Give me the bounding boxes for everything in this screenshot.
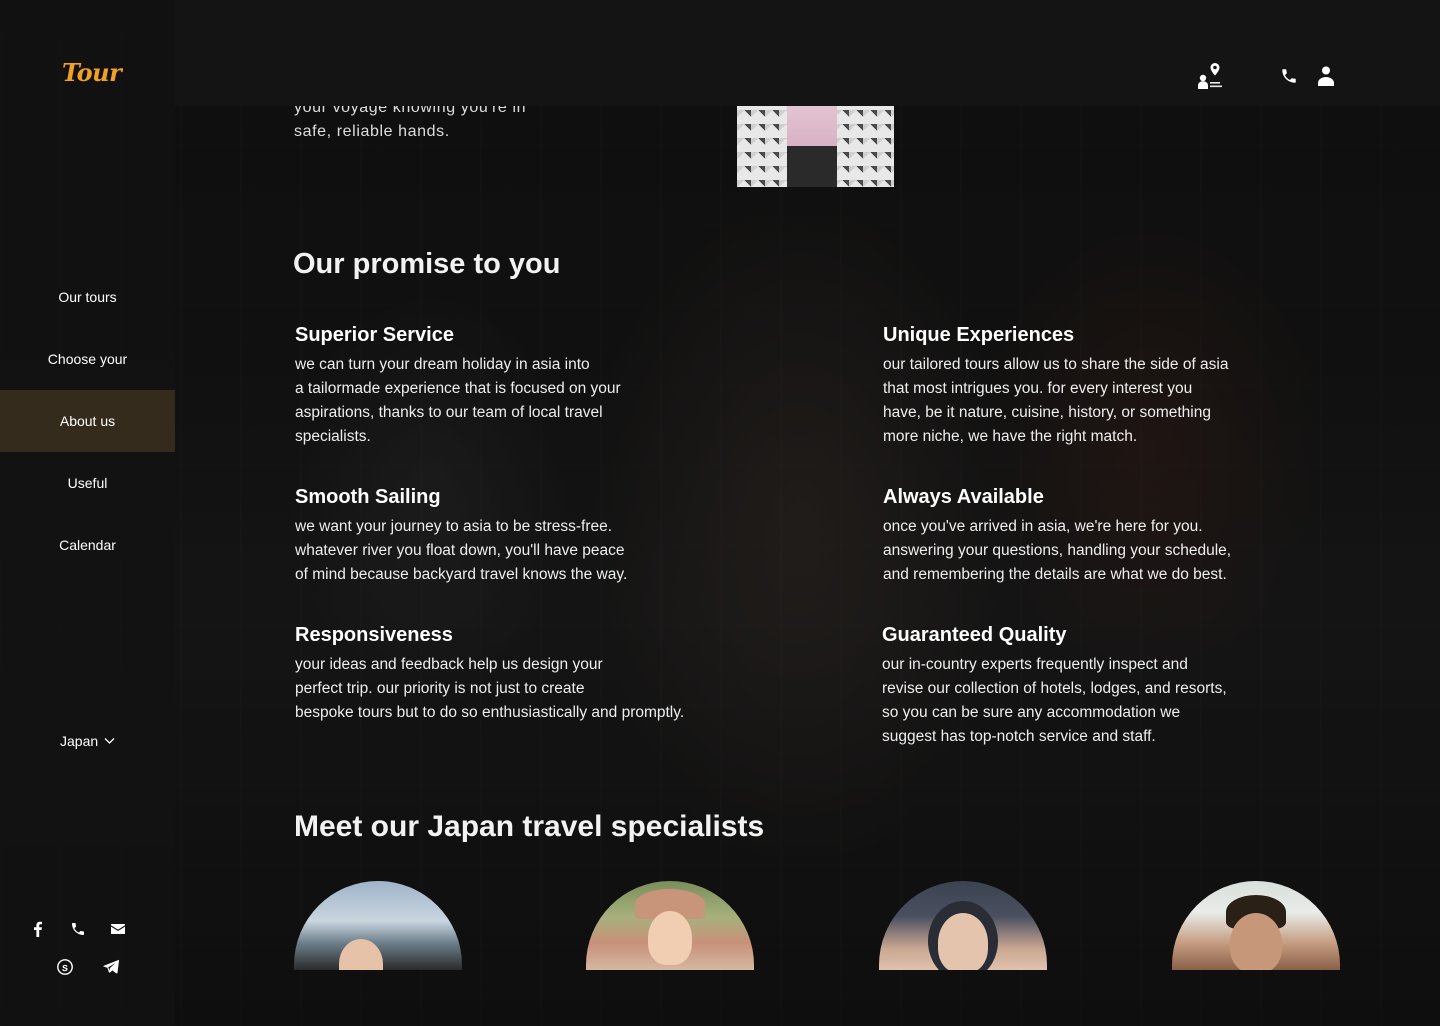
country-label: Japan — [60, 733, 99, 749]
feature-title: Guaranteed Quality — [882, 624, 1067, 646]
specialist-avatar[interactable] — [1172, 881, 1340, 970]
country-selector[interactable]: Japan — [60, 733, 115, 749]
specialist-avatar[interactable] — [586, 881, 754, 970]
sidebar-nav: Our tours Choose your About us Useful Ca… — [0, 266, 175, 576]
intro-photo — [737, 96, 894, 187]
main-content: your voyage knowing you're in safe, reli… — [0, 0, 1440, 1026]
feature-title: Always Available — [883, 486, 1044, 508]
specialist-avatar[interactable] — [294, 881, 462, 970]
phone-icon[interactable] — [1280, 67, 1298, 85]
header-icons — [1196, 62, 1334, 90]
feature-text: our tailored tours allow us to share the… — [883, 356, 1229, 445]
feature-title: Unique Experiences — [883, 324, 1075, 346]
feature-text: once you've arrived in asia, we're here … — [883, 518, 1232, 583]
sidebar-item-useful[interactable]: Useful — [0, 452, 175, 514]
phone-icon[interactable] — [70, 918, 86, 940]
social-links — [30, 918, 150, 994]
sidebar-item-our-tours[interactable]: Our tours — [0, 266, 175, 328]
feature-text: we can turn your dream holiday in asia i… — [295, 356, 621, 445]
logo[interactable]: Tour — [62, 58, 122, 87]
feature-unique-experiences: Unique Experiences our tailored tours al… — [883, 324, 1229, 449]
photo-person — [787, 96, 837, 187]
top-bar — [175, 0, 1440, 106]
sidebar: Tour Our tours Choose your About us Usef… — [0, 0, 175, 1026]
sidebar-item-choose-your[interactable]: Choose your — [0, 328, 175, 390]
feature-guaranteed-quality: Guaranteed Quality our in-country expert… — [882, 624, 1227, 749]
specialist-avatar[interactable] — [879, 881, 1047, 970]
map-pin-icon[interactable] — [1196, 62, 1224, 90]
telegram-icon[interactable] — [100, 956, 122, 978]
feature-text: your ideas and feedback help us design y… — [295, 656, 685, 721]
feature-text: our in-country experts frequently inspec… — [882, 656, 1227, 745]
intro-line: safe, reliable hands. — [294, 123, 450, 140]
chevron-down-icon — [104, 738, 115, 744]
feature-title: Responsiveness — [295, 624, 453, 646]
user-icon[interactable] — [1318, 66, 1334, 86]
feature-always-available: Always Available once you've arrived in … — [883, 486, 1231, 587]
specialists-title: Meet our Japan travel specialists — [294, 810, 765, 843]
email-icon[interactable] — [110, 918, 126, 940]
feature-title: Superior Service — [295, 324, 454, 346]
feature-text: we want your journey to asia to be stres… — [295, 518, 628, 583]
feature-title: Smooth Sailing — [295, 486, 441, 508]
sidebar-item-about-us[interactable]: About us — [0, 390, 175, 452]
feature-superior-service: Superior Service we can turn your dream … — [295, 324, 621, 449]
feature-responsiveness: Responsiveness your ideas and feedback h… — [295, 624, 684, 725]
feature-smooth-sailing: Smooth Sailing we want your journey to a… — [295, 486, 627, 587]
sidebar-item-calendar[interactable]: Calendar — [0, 514, 175, 576]
facebook-icon[interactable] — [30, 918, 46, 940]
skype-icon[interactable] — [54, 956, 76, 978]
promise-title: Our promise to you — [293, 248, 561, 280]
